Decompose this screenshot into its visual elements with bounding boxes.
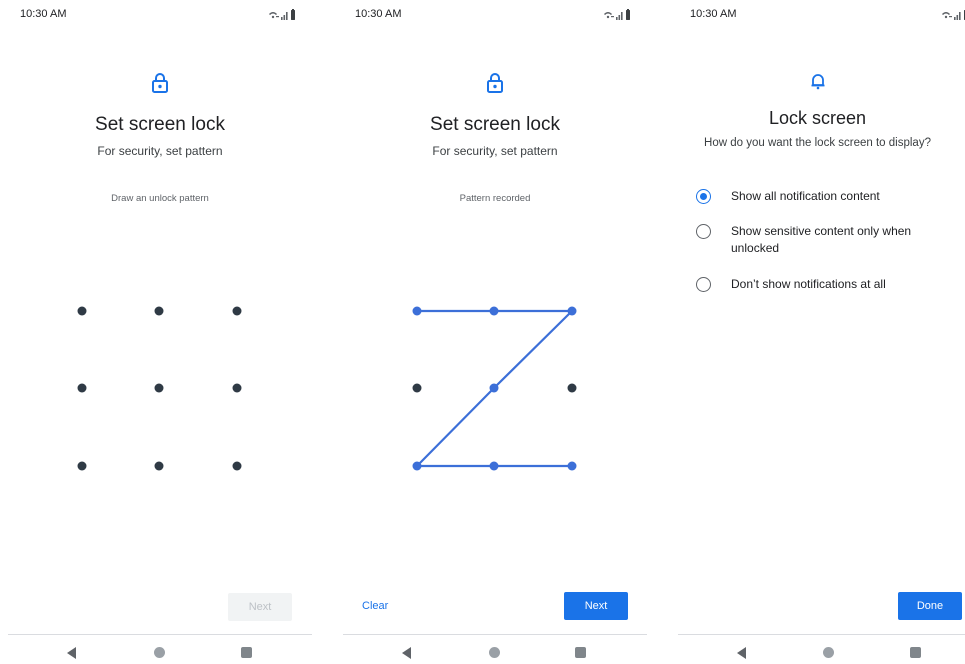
pattern-dot-7[interactable] [77, 461, 87, 471]
pattern-grid[interactable] [0, 0, 320, 664]
back-icon[interactable] [67, 647, 76, 659]
done-button[interactable]: Done [898, 592, 962, 620]
back-icon[interactable] [737, 647, 746, 659]
pattern-dot-7[interactable] [412, 461, 422, 471]
pattern-dot-5[interactable] [489, 383, 499, 393]
page-title: Lock screen [768, 108, 867, 128]
pattern-dot-3[interactable] [232, 306, 242, 316]
recents-icon[interactable] [910, 647, 921, 658]
pattern-dot-2[interactable] [489, 306, 499, 316]
page-subtitle: How do you want the lock screen to displ… [704, 137, 931, 149]
bell-icon [811, 74, 824, 90]
recents-icon[interactable] [241, 647, 252, 658]
home-icon[interactable] [823, 647, 834, 658]
pattern-dot-5[interactable] [154, 383, 164, 393]
pattern-dot-6[interactable] [232, 383, 242, 393]
status-time: 10:30 AM [690, 8, 737, 20]
pattern-dot-1[interactable] [77, 306, 87, 316]
radio-button[interactable] [696, 189, 711, 204]
option-label: Show sensitive content only when unlocke… [731, 224, 912, 255]
recents-icon[interactable] [575, 647, 586, 658]
radio-button[interactable] [696, 224, 711, 239]
clear-button[interactable]: Clear [362, 600, 388, 612]
home-icon[interactable] [489, 647, 500, 658]
pattern-dot-6[interactable] [567, 383, 577, 393]
pattern-dot-8[interactable] [489, 461, 499, 471]
screen-lock-screen-notifications: 10:30 AM Lock screen How do you want the… [670, 0, 965, 664]
option-dont-show[interactable]: Don’t show notifications at all [696, 276, 956, 293]
wifi-calling-icon [942, 12, 952, 19]
pattern-dot-3[interactable] [567, 306, 577, 316]
home-icon[interactable] [154, 647, 165, 658]
nav-divider [343, 634, 647, 635]
status-icons [942, 10, 965, 20]
option-sensitive-when-unlocked[interactable]: Show sensitive content only when unlocke… [696, 223, 956, 257]
screen-set-lock-recorded: 10:30 AM Set screen lock For security, s… [335, 0, 655, 664]
next-button: Next [228, 593, 292, 621]
pattern-dot-4[interactable] [412, 383, 422, 393]
pattern-dot-1[interactable] [412, 306, 422, 316]
status-bar: 10:30 AM [670, 8, 965, 24]
pattern-dot-9[interactable] [232, 461, 242, 471]
option-label: Show all notification content [731, 189, 880, 203]
option-show-all[interactable]: Show all notification content [696, 188, 956, 205]
pattern-dot-4[interactable] [77, 383, 87, 393]
nav-divider [8, 634, 312, 635]
nav-divider [678, 634, 965, 635]
pattern-dot-9[interactable] [567, 461, 577, 471]
radio-button[interactable] [696, 277, 711, 292]
pattern-dot-2[interactable] [154, 306, 164, 316]
screen-set-lock-draw: 10:30 AM Set screen lock For security, s… [0, 0, 320, 664]
pattern-dot-8[interactable] [154, 461, 164, 471]
next-button[interactable]: Next [564, 592, 628, 620]
pattern-grid[interactable] [335, 0, 655, 664]
signal-icon [954, 12, 961, 20]
option-label: Don’t show notifications at all [731, 277, 886, 291]
back-icon[interactable] [402, 647, 411, 659]
